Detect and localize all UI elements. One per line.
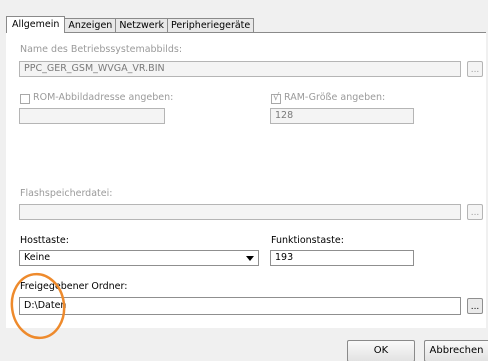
function-key-field[interactable]: 193 [270, 250, 414, 266]
cancel-button[interactable]: Abbrechen [424, 340, 488, 361]
tab-allgemein[interactable]: Allgemein [6, 16, 66, 33]
function-key-label: Funktionstaste: [271, 235, 344, 246]
os-image-field[interactable]: PPC_GER_GSM_WVGA_VR.BIN [19, 61, 461, 77]
rom-address-field[interactable] [19, 108, 165, 124]
flash-file-field[interactable] [19, 204, 461, 220]
host-key-label: Hosttaste: [20, 235, 69, 246]
host-key-select[interactable]: Keine [19, 250, 259, 266]
tab-peripheriegeraete[interactable]: Peripheriegeräte [167, 18, 255, 33]
ok-button[interactable]: OK [347, 340, 415, 361]
tab-strip: Allgemein Anzeigen Netzwerk Peripheriege… [6, 16, 255, 33]
dropdown-arrow-icon [246, 256, 254, 261]
ram-size-checkbox[interactable]: √ [271, 92, 281, 104]
check-mark-icon: √ [273, 92, 280, 103]
shared-folder-browse-button[interactable]: ... [467, 298, 483, 314]
rom-address-label: ROM-Abbildadresse angeben: [33, 92, 174, 103]
emulator-properties-dialog: Allgemein Anzeigen Netzwerk Peripheriege… [0, 0, 488, 361]
os-image-label: Name des Betriebssystemabbilds: [20, 44, 183, 55]
host-key-value: Keine [24, 252, 51, 263]
ram-size-label: RAM-Größe angeben: [284, 92, 386, 103]
ram-size-field[interactable]: 128 [270, 108, 414, 124]
os-image-browse-button[interactable]: ... [467, 61, 483, 77]
flash-file-label: Flashspeicherdatei: [20, 188, 113, 199]
tab-anzeigen[interactable]: Anzeigen [64, 18, 117, 33]
tab-netzwerk[interactable]: Netzwerk [115, 18, 168, 33]
shared-folder-label: Freigegebener Ordner: [20, 281, 128, 292]
shared-folder-field[interactable]: D:\Daten [19, 297, 461, 315]
flash-file-browse-button[interactable]: ... [467, 204, 483, 220]
rom-address-checkbox[interactable] [20, 94, 30, 104]
